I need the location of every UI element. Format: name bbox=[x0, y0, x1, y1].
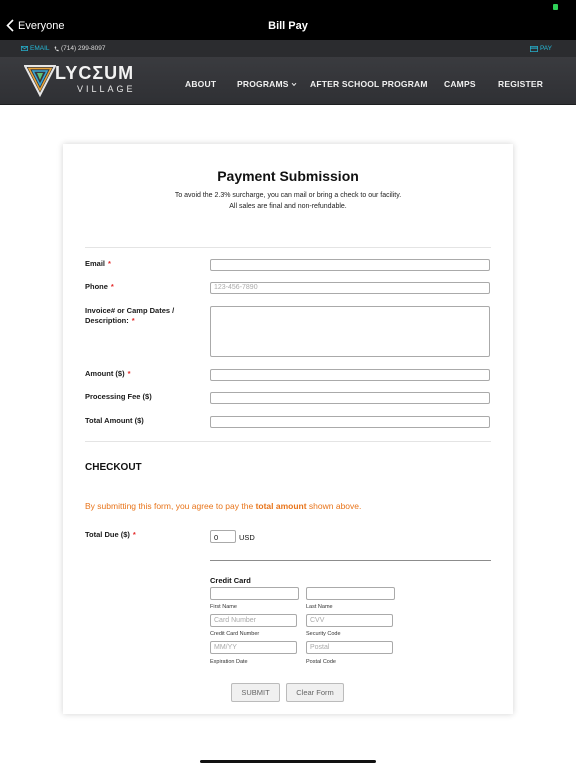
nav-camps[interactable]: CAMPS bbox=[444, 79, 476, 89]
expiry-label: Expiration Date bbox=[210, 659, 248, 665]
invoice-label-line-2-text: Description: bbox=[85, 316, 129, 325]
pay-link[interactable]: PAY bbox=[530, 45, 552, 52]
credit-card-heading: Credit Card bbox=[210, 576, 251, 585]
credit-card-icon bbox=[530, 45, 538, 52]
phone-label: Phone * bbox=[85, 282, 114, 292]
form-title: Payment Submission bbox=[217, 168, 359, 184]
checkout-heading: CHECKOUT bbox=[85, 462, 142, 473]
lyceum-logo-icon bbox=[24, 65, 56, 97]
invoice-label-line-2: Description: * bbox=[85, 316, 174, 326]
nav-programs-label: PROGRAMS bbox=[237, 79, 289, 89]
status-bar: Everyone Bill Pay bbox=[0, 0, 576, 40]
processing-fee-label: Processing Fee ($) bbox=[85, 392, 152, 401]
amount-label-text: Amount ($) bbox=[85, 369, 125, 378]
cvv-label: Security Code bbox=[306, 631, 341, 637]
home-indicator[interactable] bbox=[200, 760, 376, 763]
separator-rule bbox=[210, 560, 491, 561]
card-number-label: Credit Card Number bbox=[210, 631, 260, 637]
currency-label: USD bbox=[239, 533, 255, 542]
cvv-field[interactable]: CVV bbox=[306, 614, 393, 627]
required-marker: * bbox=[127, 369, 131, 378]
form-subtitle: To avoid the 2.3% surcharge, you can mai… bbox=[63, 190, 513, 212]
expiry-field[interactable]: MM/YY bbox=[210, 641, 297, 654]
email-link[interactable]: EMAIL bbox=[21, 45, 50, 52]
phone-field[interactable]: 123-456-7890 bbox=[210, 282, 490, 294]
email-label-text: Email bbox=[85, 259, 106, 268]
required-marker: * bbox=[132, 530, 136, 539]
amount-label: Amount ($) * bbox=[85, 369, 131, 379]
email-field[interactable] bbox=[210, 259, 490, 271]
invoice-textarea[interactable] bbox=[210, 306, 490, 357]
email-label: EMAIL bbox=[30, 45, 50, 52]
nav-about[interactable]: ABOUT bbox=[185, 79, 216, 89]
phone-label-text: Phone bbox=[85, 282, 108, 291]
required-marker: * bbox=[110, 282, 114, 291]
battery-icon bbox=[553, 4, 558, 10]
brand-name: LYCΣUM bbox=[55, 63, 135, 83]
invoice-label: Invoice# or Camp Dates / Description: * bbox=[85, 306, 174, 326]
total-amount-field[interactable] bbox=[210, 416, 490, 428]
last-name-label: Last Name bbox=[306, 604, 333, 610]
divider bbox=[85, 441, 491, 442]
page-title: Bill Pay bbox=[268, 20, 308, 32]
phone-link[interactable]: (714) 299-8097 bbox=[54, 45, 105, 52]
first-name-field[interactable] bbox=[210, 587, 299, 600]
payment-form-card: Payment Submission To avoid the 2.3% sur… bbox=[63, 144, 513, 714]
nav-programs[interactable]: PROGRAMS bbox=[237, 79, 297, 89]
postal-field[interactable]: Postal bbox=[306, 641, 393, 654]
invoice-label-line-1: Invoice# or Camp Dates / bbox=[85, 306, 175, 315]
divider bbox=[85, 247, 491, 248]
total-due-label-text: Total Due ($) bbox=[85, 530, 130, 539]
subtitle-line-2: All sales are final and non-refundable. bbox=[229, 203, 347, 210]
processing-fee-field[interactable] bbox=[210, 392, 490, 404]
nav-register[interactable]: REGISTER bbox=[498, 79, 543, 89]
total-amount-label: Total Amount ($) bbox=[85, 416, 144, 425]
subtitle-line-1: To avoid the 2.3% surcharge, you can mai… bbox=[174, 192, 402, 199]
clear-form-button[interactable]: Clear Form bbox=[286, 683, 344, 702]
chevron-down-icon bbox=[291, 83, 297, 87]
brand-subtitle: VILLAGE bbox=[77, 84, 136, 94]
email-label: Email * bbox=[85, 259, 111, 269]
total-due-field[interactable]: 0 bbox=[210, 530, 236, 543]
notice-text-before: By submitting this form, you agree to pa… bbox=[85, 501, 256, 511]
agreement-notice: By submitting this form, you agree to pa… bbox=[85, 501, 361, 511]
pay-label: PAY bbox=[539, 45, 552, 52]
envelope-icon bbox=[21, 46, 28, 51]
nav-after-school[interactable]: AFTER SCHOOL PROGRAM bbox=[310, 79, 428, 89]
phone-icon bbox=[54, 46, 59, 51]
submit-button[interactable]: SUBMIT bbox=[231, 683, 280, 702]
card-number-field[interactable]: Card Number bbox=[210, 614, 297, 627]
phone-number: (714) 299-8097 bbox=[61, 45, 106, 52]
postal-label: Postal Code bbox=[306, 659, 336, 665]
notice-bold: total amount bbox=[255, 501, 307, 511]
total-due-label: Total Due ($) * bbox=[85, 530, 136, 540]
first-name-label: First Name bbox=[210, 604, 237, 610]
brand-logo[interactable]: LYCΣUM VILLAGE bbox=[24, 63, 146, 99]
required-marker: * bbox=[108, 259, 111, 268]
amount-field[interactable] bbox=[210, 369, 490, 381]
last-name-field[interactable] bbox=[306, 587, 395, 600]
contact-bar: EMAIL (714) 299-8097 PAY bbox=[0, 40, 576, 57]
notice-text-after: shown above. bbox=[306, 501, 362, 511]
required-marker: * bbox=[131, 316, 135, 325]
